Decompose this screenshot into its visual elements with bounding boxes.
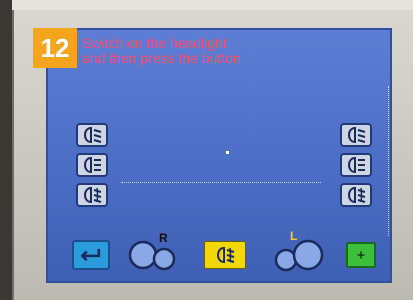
display-screen: Switch on the headlight and then press t…: [46, 28, 392, 283]
low-beam-headlight-icon: [84, 126, 102, 144]
left-headlight-select-button[interactable]: L: [272, 229, 326, 273]
instruction-line-1: Switch on the headlight: [82, 35, 227, 51]
step-number-badge: 12: [33, 28, 77, 68]
fog-light-icon: [217, 246, 235, 264]
right-fog-light-button[interactable]: [340, 183, 372, 207]
right-headlight-select-button[interactable]: R: [126, 231, 176, 273]
instruction-text: Switch on the headlight and then press t…: [82, 36, 382, 66]
right-high-beam-button[interactable]: [340, 153, 372, 177]
r-marker-label: R: [159, 231, 168, 245]
confirm-plus-icon: [357, 251, 365, 259]
right-low-beam-button[interactable]: [340, 123, 372, 147]
instruction-line-2: and then press the button: [82, 50, 241, 66]
device-frame-top: [0, 0, 413, 10]
confirm-button[interactable]: [346, 242, 376, 268]
left-fog-light-button[interactable]: [76, 183, 108, 207]
high-beam-headlight-icon: [84, 156, 101, 174]
left-high-beam-button[interactable]: [76, 153, 108, 177]
fog-light-select-button[interactable]: [204, 241, 246, 269]
fog-light-icon: [348, 186, 366, 204]
center-target-dot: [226, 151, 229, 154]
horizontal-dotted-guide: [121, 182, 321, 183]
high-beam-headlight-icon: [348, 156, 365, 174]
left-low-beam-button[interactable]: [76, 123, 108, 147]
right-headlight-circles-icon: [128, 240, 176, 271]
vertical-dotted-guide: [388, 86, 389, 236]
back-arrow-icon: [80, 248, 101, 262]
low-beam-headlight-icon: [348, 126, 366, 144]
device-frame-left: [0, 0, 12, 300]
l-marker-label: L: [290, 229, 298, 243]
back-button[interactable]: [72, 240, 110, 270]
left-headlight-circles-icon: [274, 239, 324, 272]
fog-light-icon: [84, 186, 102, 204]
